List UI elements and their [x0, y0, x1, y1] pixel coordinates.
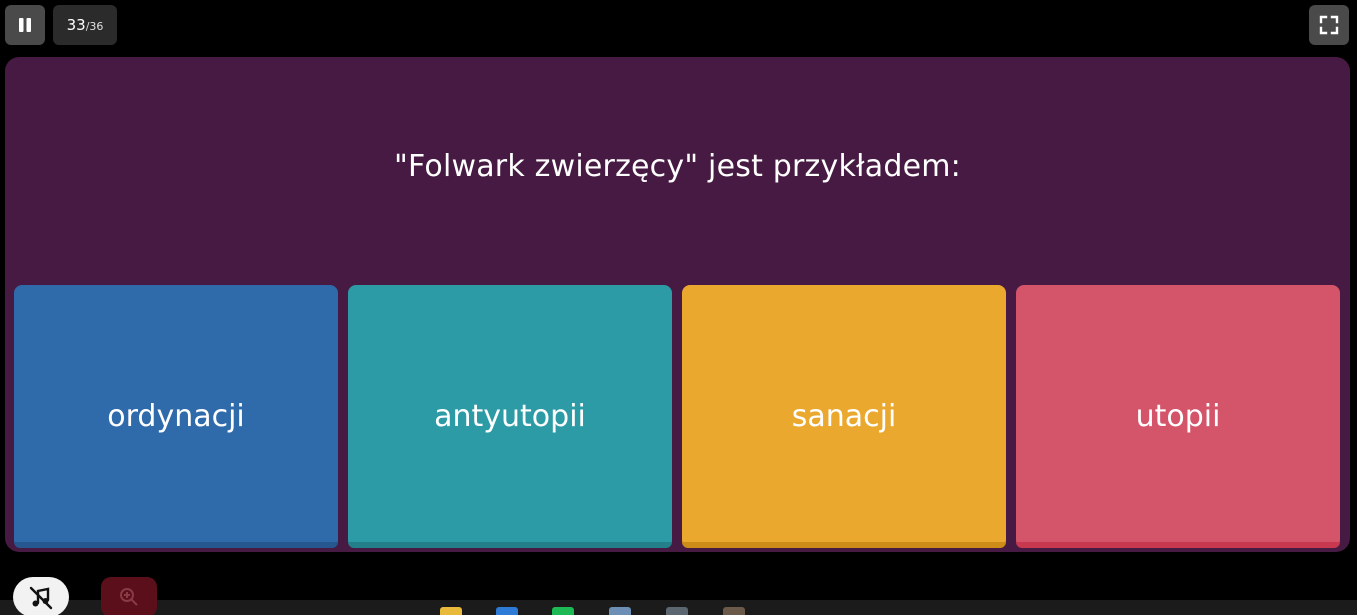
total-questions-number: 36	[89, 19, 104, 33]
taskbar-app-icon[interactable]	[440, 607, 462, 615]
taskbar-app-icon[interactable]	[723, 607, 745, 615]
answer-option-shade	[682, 542, 1006, 548]
current-question-number: 33	[66, 16, 86, 34]
answer-option-label: ordynacji	[107, 399, 245, 434]
answer-option-antyutopii[interactable]: antyutopii	[348, 285, 672, 548]
answer-option-shade	[348, 542, 672, 548]
answer-option-label: antyutopii	[434, 399, 586, 434]
taskbar-app-icon[interactable]	[609, 607, 631, 615]
answer-option-label: utopii	[1135, 399, 1221, 434]
pause-button[interactable]	[5, 5, 45, 45]
music-toggle-button[interactable]	[13, 577, 69, 615]
fullscreen-button[interactable]	[1309, 5, 1349, 45]
answer-option-sanacji[interactable]: sanacji	[682, 285, 1006, 548]
question-text: "Folwark zwierzęcy" jest przykładem:	[394, 149, 961, 184]
music-off-icon	[29, 586, 53, 610]
answer-options: ordynacji antyutopii sanacji utopii	[14, 285, 1341, 548]
zoom-button[interactable]	[101, 577, 157, 615]
quiz-stage: 33 / 36 "Folwark zwierzęcy" jest przykła…	[0, 0, 1357, 615]
answer-option-shade	[14, 542, 338, 548]
taskbar-app-icon[interactable]	[552, 607, 574, 615]
answer-option-ordynacji[interactable]: ordynacji	[14, 285, 338, 548]
answer-option-label: sanacji	[791, 399, 897, 434]
zoom-in-icon	[120, 588, 138, 606]
question-counter: 33 / 36	[53, 5, 117, 45]
fullscreen-icon	[1319, 15, 1339, 35]
pause-icon	[19, 18, 31, 32]
taskbar-app-icon[interactable]	[496, 607, 518, 615]
question-card: "Folwark zwierzęcy" jest przykładem: ord…	[5, 57, 1350, 552]
answer-option-utopii[interactable]: utopii	[1016, 285, 1340, 548]
answer-option-shade	[1016, 542, 1340, 548]
taskbar-app-icon[interactable]	[666, 607, 688, 615]
